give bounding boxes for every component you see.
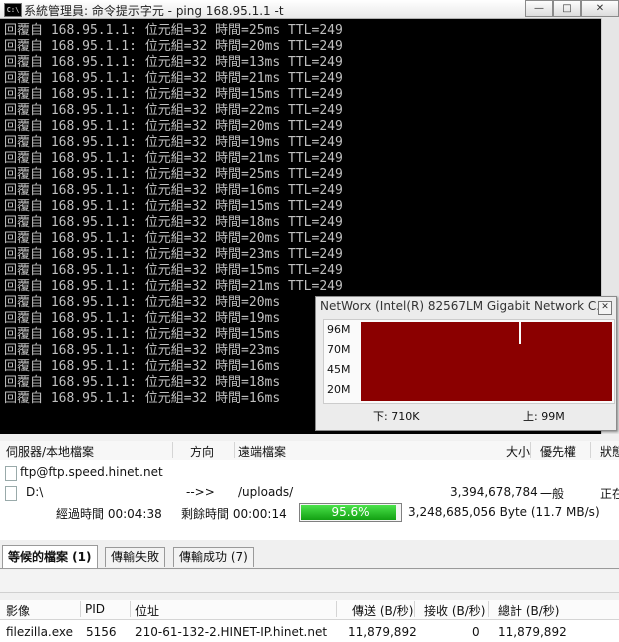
y-tick-96m: 96M bbox=[327, 323, 351, 336]
cmd-output-line: 回覆自 168.95.1.1: 位元組=32 時間=16ms TTL=249 bbox=[4, 183, 343, 198]
col-received[interactable]: 接收 (B/秒) bbox=[424, 602, 485, 619]
networx-bandwidth-graph: 96M 70M 45M 20M bbox=[323, 319, 615, 404]
col-remote-file[interactable]: 遠端檔案 bbox=[238, 443, 286, 460]
col-priority[interactable]: 優先權 bbox=[540, 443, 576, 460]
queue-remote-path[interactable]: /uploads/ bbox=[238, 485, 293, 499]
tab-successful-transfers[interactable]: 傳輸成功 (7) bbox=[173, 547, 254, 567]
networx-footer: 下: 710K 上: 99M bbox=[323, 405, 613, 425]
cmd-output-line: 回覆自 168.95.1.1: 位元組=32 時間=23ms TTL=249 bbox=[4, 247, 343, 262]
progress-percent: 95.6% bbox=[331, 505, 370, 519]
cmd-output: 回覆自 168.95.1.1: 位元組=32 時間=25ms TTL=249 回覆… bbox=[4, 23, 343, 407]
cmd-output-line: 回覆自 168.95.1.1: 位元組=32 時間=15ms TTL=249 bbox=[4, 87, 343, 102]
col-image[interactable]: 影像 bbox=[6, 602, 30, 619]
cmd-output-line: 回覆自 168.95.1.1: 位元組=32 時間=21ms TTL=249 bbox=[4, 151, 343, 166]
queue-direction: -->> bbox=[186, 485, 215, 499]
file-icon bbox=[5, 486, 17, 501]
cmd-output-line: 回覆自 168.95.1.1: 位元組=32 時間=20ms TTL=249 bbox=[4, 39, 343, 54]
queue-list: ftp@ftp.speed.hinet.net D:\ -->> /upload… bbox=[0, 460, 619, 540]
cmd-app-icon: C:\ bbox=[4, 3, 22, 17]
row-pid: 5156 bbox=[86, 625, 117, 639]
connections-header: 影像 PID 位址 傳送 (B/秒) 接收 (B/秒) 總計 (B/秒) bbox=[0, 600, 619, 620]
cmd-output-line: 回覆自 168.95.1.1: 位元組=32 時間=20ms TTL=249 bbox=[4, 231, 343, 246]
cmd-output-line: 回覆自 168.95.1.1: 位元組=32 時間=15ms TTL=249 bbox=[4, 199, 343, 214]
y-tick-20m: 20M bbox=[327, 383, 351, 396]
cmd-output-line: 回覆自 168.95.1.1: 位元組=32 時間=21ms TTL=249 bbox=[4, 71, 343, 86]
cmd-output-line: 回覆自 168.95.1.1: 位元組=32 時間=25ms TTL=249 bbox=[4, 167, 343, 182]
row-total: 11,879,892 bbox=[498, 625, 567, 639]
close-button[interactable]: ✕ bbox=[581, 0, 619, 17]
queue-tabs: 等候的檔案 (1) 傳輸失敗 傳輸成功 (7) bbox=[0, 545, 619, 569]
cmd-output-line: 回覆自 168.95.1.1: 位元組=32 時間=15ms bbox=[4, 327, 281, 342]
queue-priority: 一般 bbox=[540, 487, 565, 501]
queue-local-path[interactable]: D:\ bbox=[26, 485, 43, 499]
col-total[interactable]: 總計 (B/秒) bbox=[498, 602, 559, 619]
cmd-output-line: 回覆自 168.95.1.1: 位元組=32 時間=21ms TTL=249 bbox=[4, 279, 343, 294]
col-address[interactable]: 位址 bbox=[135, 602, 159, 619]
col-size[interactable]: 大小 bbox=[506, 443, 530, 460]
y-tick-70m: 70M bbox=[327, 343, 351, 356]
cmd-output-line: 回覆自 168.95.1.1: 位元組=32 時間=20ms TTL=249 bbox=[4, 119, 343, 134]
cmd-output-line: 回覆自 168.95.1.1: 位元組=32 時間=16ms bbox=[4, 391, 281, 406]
cmd-output-line: 回覆自 168.95.1.1: 位元組=32 時間=19ms bbox=[4, 311, 281, 326]
cmd-output-line: 回覆自 168.95.1.1: 位元組=32 時間=15ms TTL=249 bbox=[4, 263, 343, 278]
cmd-output-line: 回覆自 168.95.1.1: 位元組=32 時間=22ms TTL=249 bbox=[4, 103, 343, 118]
cmd-titlebar[interactable]: C:\ 系統管理員: 命令提示字元 - ping 168.95.1.1 -t —… bbox=[0, 0, 619, 19]
elapsed-time: 經過時間 00:04:38 bbox=[56, 507, 162, 521]
transferred-bytes: 3,248,685,056 Byte (11.7 MB/s) bbox=[408, 505, 600, 519]
queue-status: 正在 bbox=[600, 487, 619, 501]
maximize-button[interactable]: □ bbox=[553, 0, 581, 17]
cmd-output-line: 回覆自 168.95.1.1: 位元組=32 時間=13ms TTL=249 bbox=[4, 55, 343, 70]
cmd-output-line: 回覆自 168.95.1.1: 位元組=32 時間=25ms TTL=249 bbox=[4, 23, 343, 38]
queue-server[interactable]: ftp@ftp.speed.hinet.net bbox=[20, 465, 163, 479]
y-tick-45m: 45M bbox=[327, 363, 351, 376]
tab-failed-transfers[interactable]: 傳輸失敗 bbox=[105, 547, 166, 567]
cmd-output-line: 回覆自 168.95.1.1: 位元組=32 時間=19ms TTL=249 bbox=[4, 135, 343, 150]
table-row[interactable]: filezilla.exe 5156 210-61-132-2.HINET-IP… bbox=[0, 620, 619, 642]
row-sent: 11,879,892 bbox=[348, 625, 417, 639]
col-sent[interactable]: 傳送 (B/秒) bbox=[352, 602, 413, 619]
cmd-output-line: 回覆自 168.95.1.1: 位元組=32 時間=16ms bbox=[4, 359, 281, 374]
server-icon bbox=[5, 466, 17, 481]
cmd-window-title: 系統管理員: 命令提示字元 - ping 168.95.1.1 -t bbox=[24, 4, 284, 18]
cmd-output-line: 回覆自 168.95.1.1: 位元組=32 時間=18ms bbox=[4, 375, 281, 390]
remaining-time: 剩餘時間 00:00:14 bbox=[181, 507, 287, 521]
transfer-progress-bar: 95.6% bbox=[299, 503, 402, 522]
tab-divider bbox=[0, 568, 619, 569]
upload-traffic-area bbox=[361, 322, 612, 401]
col-pid[interactable]: PID bbox=[85, 602, 105, 616]
col-status[interactable]: 狀態 bbox=[600, 443, 619, 460]
row-image: filezilla.exe bbox=[6, 625, 74, 639]
queue-header: 伺服器/本地檔案 方向 遠端檔案 大小 優先權 狀態 bbox=[0, 441, 619, 461]
tab-queued-files[interactable]: 等候的檔案 (1) bbox=[2, 545, 98, 568]
filezilla-status-bar bbox=[0, 570, 619, 593]
networx-close-button[interactable]: ✕ bbox=[598, 301, 612, 315]
networx-title: NetWorx (Intel(R) 82567LM Gigabit Networ… bbox=[320, 299, 608, 313]
cmd-output-line: 回覆自 168.95.1.1: 位元組=32 時間=23ms bbox=[4, 343, 281, 358]
row-received: 0 bbox=[472, 625, 480, 639]
cmd-output-line: 回覆自 168.95.1.1: 位元組=32 時間=18ms TTL=249 bbox=[4, 215, 343, 230]
minimize-button[interactable]: — bbox=[525, 0, 553, 17]
col-server-local[interactable]: 伺服器/本地檔案 bbox=[6, 443, 94, 460]
cmd-output-line: 回覆自 168.95.1.1: 位元組=32 時間=20ms bbox=[4, 295, 281, 310]
row-address: 210-61-132-2.HINET-IP.hinet.net bbox=[135, 625, 328, 639]
upload-rate: 上: 99M bbox=[523, 410, 565, 423]
networx-graph-window[interactable]: NetWorx (Intel(R) 82567LM Gigabit Networ… bbox=[315, 296, 617, 431]
download-rate: 下: 710K bbox=[373, 410, 420, 423]
queue-size: 3,394,678,784 bbox=[450, 485, 538, 499]
traffic-dip bbox=[519, 322, 521, 344]
col-direction[interactable]: 方向 bbox=[190, 443, 214, 460]
